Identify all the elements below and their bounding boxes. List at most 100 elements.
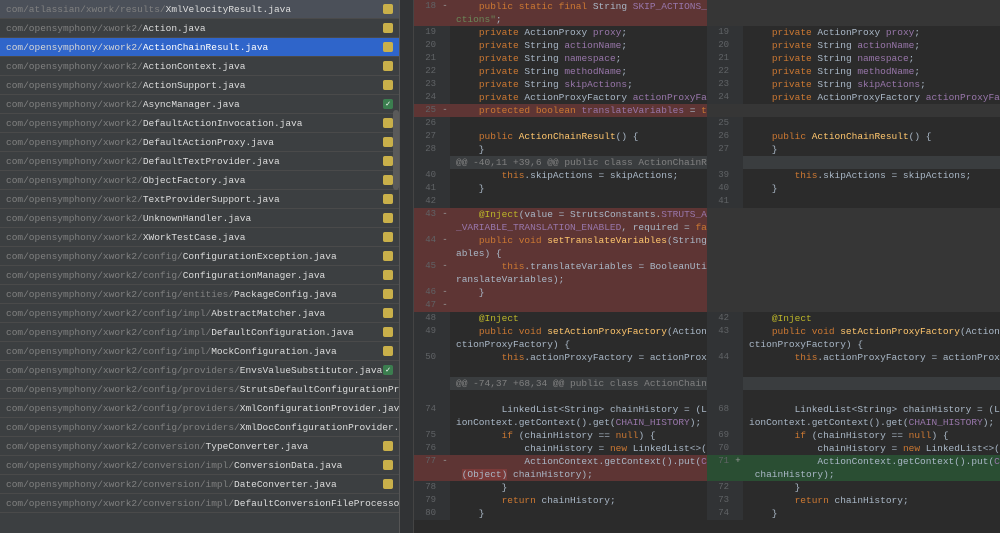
code-line[interactable]: 77- ActionContext.getContext().put(CHAIN…	[414, 455, 707, 468]
file-row[interactable]: com/opensymphony/xwork2/UnknownHandler.j…	[0, 209, 399, 228]
file-row[interactable]: com/opensymphony/xwork2/ActionSupport.ja…	[0, 76, 399, 95]
code-line[interactable]: 22 private String methodName;	[414, 65, 707, 78]
code-line[interactable]: 68 LinkedList<String> chainHistory = (Li…	[707, 403, 1000, 416]
diff-left-side[interactable]: 18- public static final String SKIP_ACTI…	[414, 0, 707, 533]
code-line[interactable]: 70 chainHistory = new LinkedList<>();	[707, 442, 1000, 455]
code-line[interactable]: 50 this.actionProxyFactory = actionProxy…	[414, 351, 707, 364]
code-line[interactable]: 27 public ActionChainResult() {	[414, 130, 707, 143]
code-line[interactable]	[414, 390, 707, 403]
file-row[interactable]: com/opensymphony/xwork2/DefaultTextProvi…	[0, 152, 399, 171]
code-line[interactable]	[707, 234, 1000, 247]
code-line[interactable]: ctionProxyFactory) {	[414, 338, 707, 351]
code-line[interactable]: 24 private ActionProxyFactory actionProx…	[707, 91, 1000, 104]
code-line[interactable]	[707, 156, 1000, 169]
code-line[interactable]: 19 private ActionProxy proxy;	[414, 26, 707, 39]
code-line[interactable]: 44- public void setTranslateVariables(St…	[414, 234, 707, 247]
code-line[interactable]: 71+ ActionContext.getContext().put(CHAIN…	[707, 455, 1000, 468]
file-row[interactable]: com/opensymphony/xwork2/ActionContext.ja…	[0, 57, 399, 76]
code-line[interactable]: 46- }	[414, 286, 707, 299]
file-row[interactable]: com/opensymphony/xwork2/config/Configura…	[0, 247, 399, 266]
code-line[interactable]: chainHistory);	[707, 468, 1000, 481]
code-line[interactable]: 42	[414, 195, 707, 208]
code-line[interactable]	[707, 390, 1000, 403]
code-line[interactable]: 43- @Inject(value = StrutsConstants.STRU…	[414, 208, 707, 221]
code-line[interactable]: @@ -40,11 +39,6 @@ public class ActionCh…	[414, 156, 707, 169]
code-line[interactable]: 74 LinkedList<String> chainHistory = (Li…	[414, 403, 707, 416]
code-line[interactable]	[707, 13, 1000, 26]
code-line[interactable]: 26 public ActionChainResult() {	[707, 130, 1000, 143]
code-line[interactable]: 69 if (chainHistory == null) {	[707, 429, 1000, 442]
code-line[interactable]: 78 }	[414, 481, 707, 494]
code-line[interactable]	[414, 364, 707, 377]
code-line[interactable]	[707, 286, 1000, 299]
code-line[interactable]	[707, 104, 1000, 117]
file-row[interactable]: com/opensymphony/xwork2/config/providers…	[0, 361, 399, 380]
code-line[interactable]: 21 private String namespace;	[414, 52, 707, 65]
code-line[interactable]: 22 private String methodName;	[707, 65, 1000, 78]
code-line[interactable]: 72 }	[707, 481, 1000, 494]
code-line[interactable]	[707, 208, 1000, 221]
code-line[interactable]: 19 private ActionProxy proxy;	[707, 26, 1000, 39]
code-line[interactable]: ranslateVariables);	[414, 273, 707, 286]
code-line[interactable]: 23 private String skipActions;	[414, 78, 707, 91]
code-line[interactable]: 76 chainHistory = new LinkedList<>();	[414, 442, 707, 455]
file-row[interactable]: com/opensymphony/xwork2/config/impl/Mock…	[0, 342, 399, 361]
file-list-panel[interactable]: com/atlassian/xwork/results/XmlVelocityR…	[0, 0, 400, 533]
file-row[interactable]: com/opensymphony/xwork2/DefaultActionPro…	[0, 133, 399, 152]
code-line[interactable]: 47-	[414, 299, 707, 312]
code-line[interactable]	[707, 377, 1000, 390]
code-line[interactable]: 27 }	[707, 143, 1000, 156]
code-line[interactable]	[707, 260, 1000, 273]
code-line[interactable]: 75 if (chainHistory == null) {	[414, 429, 707, 442]
code-line[interactable]	[707, 221, 1000, 234]
code-line[interactable]: 42 @Inject	[707, 312, 1000, 325]
file-row[interactable]: com/opensymphony/xwork2/XWorkTestCase.ja…	[0, 228, 399, 247]
code-line[interactable]: _VARIABLE_TRANSLATION_ENABLED, required …	[414, 221, 707, 234]
code-line[interactable]: 23 private String skipActions;	[707, 78, 1000, 91]
code-line[interactable]: 73 return chainHistory;	[707, 494, 1000, 507]
code-line[interactable]: ables) {	[414, 247, 707, 260]
code-line[interactable]: 49 public void setActionProxyFactory(Act…	[414, 325, 707, 338]
file-row[interactable]: com/opensymphony/xwork2/config/impl/Defa…	[0, 323, 399, 342]
code-line[interactable]: 26	[414, 117, 707, 130]
file-row[interactable]: com/opensymphony/xwork2/config/Configura…	[0, 266, 399, 285]
code-line[interactable]: 44 this.actionProxyFactory = actionProxy…	[707, 351, 1000, 364]
code-line[interactable]: 79 return chainHistory;	[414, 494, 707, 507]
file-row[interactable]: com/opensymphony/xwork2/conversion/TypeC…	[0, 437, 399, 456]
file-row[interactable]: com/opensymphony/xwork2/conversion/impl/…	[0, 475, 399, 494]
file-row[interactable]: com/opensymphony/xwork2/config/entities/…	[0, 285, 399, 304]
code-line[interactable]: 20 private String actionName;	[707, 39, 1000, 52]
code-line[interactable]: ctionProxyFactory) {	[707, 338, 1000, 351]
code-line[interactable]: 80 }	[414, 507, 707, 520]
code-line[interactable]: 39 this.skipActions = skipActions;	[707, 169, 1000, 182]
code-line[interactable]: 74 }	[707, 507, 1000, 520]
file-row[interactable]: com/opensymphony/xwork2/TextProviderSupp…	[0, 190, 399, 209]
code-line[interactable]	[707, 299, 1000, 312]
code-line[interactable]: (Object) chainHistory);	[414, 468, 707, 481]
code-line[interactable]: ctions";	[414, 13, 707, 26]
file-row[interactable]: com/opensymphony/xwork2/Action.java	[0, 19, 399, 38]
file-row[interactable]: com/opensymphony/xwork2/config/providers…	[0, 399, 399, 418]
code-line[interactable]: 25- protected boolean translateVariables…	[414, 104, 707, 117]
code-line[interactable]: 41	[707, 195, 1000, 208]
file-row[interactable]: com/opensymphony/xwork2/ObjectFactory.ja…	[0, 171, 399, 190]
code-line[interactable]	[707, 0, 1000, 13]
file-row[interactable]: com/opensymphony/xwork2/conversion/impl/…	[0, 494, 399, 513]
file-row[interactable]: com/atlassian/xwork/results/XmlVelocityR…	[0, 0, 399, 19]
code-line[interactable]	[707, 247, 1000, 260]
code-line[interactable]: 18- public static final String SKIP_ACTI…	[414, 0, 707, 13]
code-line[interactable]: 41 }	[414, 182, 707, 195]
file-row[interactable]: com/opensymphony/xwork2/AsyncManager.jav…	[0, 95, 399, 114]
file-row[interactable]: com/opensymphony/xwork2/DefaultActionInv…	[0, 114, 399, 133]
diff-right-side[interactable]: 19 private ActionProxy proxy;20 private …	[707, 0, 1000, 533]
code-line[interactable]	[707, 273, 1000, 286]
code-line[interactable]: 40 }	[707, 182, 1000, 195]
code-line[interactable]: 25	[707, 117, 1000, 130]
file-row[interactable]: com/opensymphony/xwork2/config/providers…	[0, 380, 399, 399]
code-line[interactable]: ionContext.getContext().get(CHAIN_HISTOR…	[414, 416, 707, 429]
code-line[interactable]: 45- this.translateVariables = BooleanUti…	[414, 260, 707, 273]
code-line[interactable]: 24 private ActionProxyFactory actionProx…	[414, 91, 707, 104]
code-line[interactable]: ionContext.getContext().get(CHAIN_HISTOR…	[707, 416, 1000, 429]
code-line[interactable]	[707, 364, 1000, 377]
file-row[interactable]: com/opensymphony/xwork2/ActionChainResul…	[0, 38, 399, 57]
